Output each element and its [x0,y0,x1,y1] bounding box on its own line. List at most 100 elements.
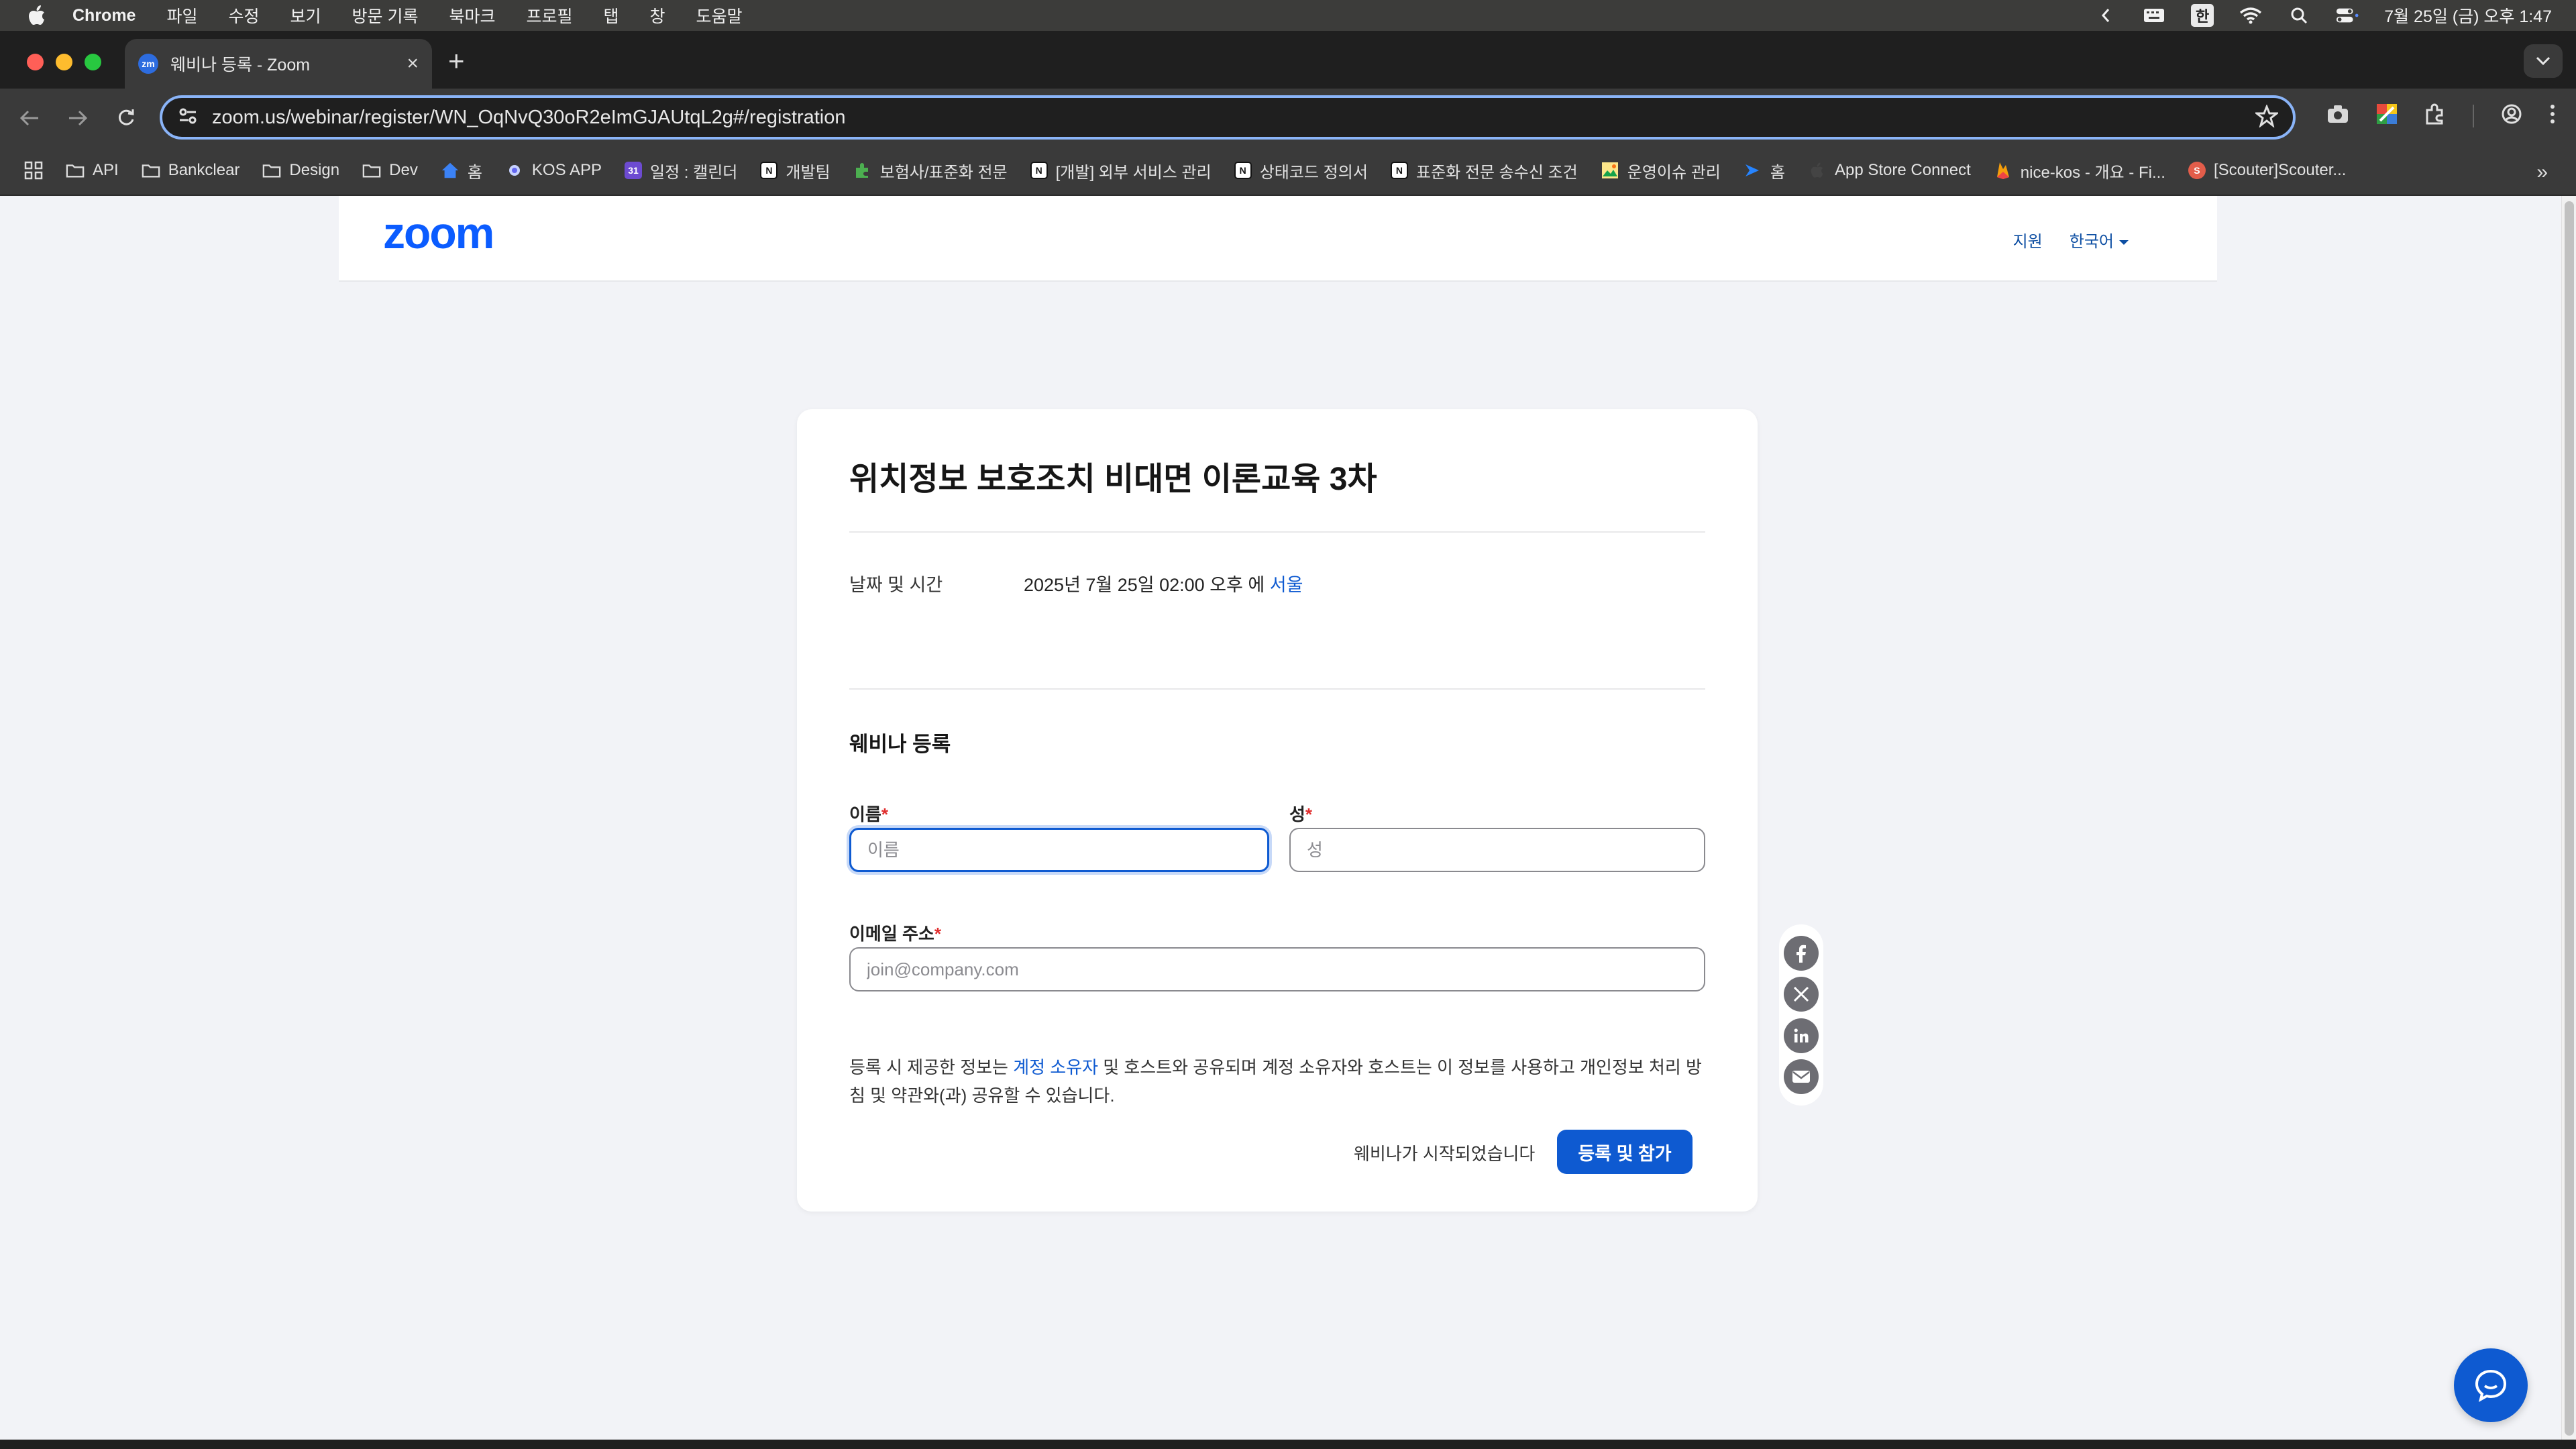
forward-arrow-icon[interactable] [64,105,91,131]
macos-menubar: Chrome 파일 수정 보기 방문 기록 북마크 프로필 탭 창 도움말 한 … [0,0,2576,31]
firebase-icon [1994,161,2012,180]
menu-app-chrome[interactable]: Chrome [72,6,136,25]
language-select[interactable]: 한국어 [2070,228,2129,252]
close-window-button[interactable] [27,54,44,70]
required-asterisk: * [934,924,941,944]
bookmark-label: Bankclear [168,161,240,179]
datetime-value: 2025년 7월 25일 02:00 오후 에 서울 [1024,570,1303,596]
back-arrow-icon[interactable] [16,105,43,131]
input-method-indicator[interactable]: 한 [2190,4,2214,27]
page-scrollbar[interactable] [2561,196,2576,1449]
bookmark-folder-dev[interactable]: Dev [362,161,418,180]
menu-edit[interactable]: 수정 [228,3,259,28]
chat-bubble-icon [2475,1369,2507,1402]
timezone-link[interactable]: 서울 [1270,575,1303,595]
menubar-clock[interactable]: 7월 25일 (금) 오후 1:47 [2384,3,2552,28]
bookmark-firebase[interactable]: nice-kos - 개요 - Fi... [1994,159,2165,182]
email-input[interactable] [849,947,1705,991]
scrollbar-thumb[interactable] [2565,201,2574,1436]
bookmark-standard-conditions[interactable]: N 표준화 전문 송수신 조건 [1390,159,1578,182]
bookmark-external-services[interactable]: N [개발] 외부 서비스 관리 [1030,159,1212,182]
divider [849,531,1705,533]
browser-tab-active[interactable]: zm 웨비나 등록 - Zoom × [125,39,432,89]
bookmark-folder-bankclear[interactable]: Bankclear [142,161,240,180]
address-bar[interactable]: zoom.us/webinar/register/WN_OqNvQ30oR2eI… [160,95,2296,140]
header-links: 지원 한국어 [2013,228,2129,252]
keyboard-icon[interactable] [2143,5,2165,25]
bookmark-kos-app[interactable]: KOS APP [505,161,602,180]
email-icon[interactable] [1784,1059,1819,1095]
menu-help[interactable]: 도움말 [696,3,743,28]
bookmark-label: [개발] 외부 서비스 관리 [1055,163,1212,182]
reload-icon[interactable] [113,105,140,131]
bookmark-folder-api[interactable]: API [66,161,119,180]
bookmark-label: 보험사/표준화 전문 [879,163,1008,182]
bookmark-folder-design[interactable]: Design [262,161,339,180]
profile-avatar-icon[interactable] [2501,103,2522,128]
bookmark-home[interactable]: 홈 [441,159,482,182]
chrome-menu-kebab-icon[interactable] [2549,104,2556,127]
menu-profiles[interactable]: 프로필 [526,3,572,28]
bookmark-ops-issues[interactable]: 운영이슈 관리 [1601,159,1721,182]
notion-icon: N [1234,162,1252,179]
browser-tab-strip: zm 웨비나 등록 - Zoom × + [0,31,2576,89]
apps-grid-icon[interactable] [24,161,43,180]
home-icon [441,161,460,180]
tab-close-icon[interactable]: × [407,52,419,75]
wifi-icon[interactable] [2239,5,2262,25]
bookmark-label: KOS APP [531,161,602,179]
linkedin-icon[interactable] [1784,1018,1819,1053]
color-picker-extension-icon[interactable] [2376,103,2398,128]
fullscreen-window-button[interactable] [85,54,101,70]
window-controls [27,54,101,70]
last-name-label: 성* [1289,801,1312,826]
bookmark-insurance[interactable]: 보험사/표준화 전문 [853,159,1008,182]
menu-history[interactable]: 방문 기록 [352,3,419,28]
bookmark-label: 상태코드 정의서 [1259,163,1368,182]
first-name-label-text: 이름 [849,804,881,824]
first-name-input[interactable] [849,828,1269,872]
screenshot-extension-icon[interactable] [2326,104,2349,127]
puzzle-icon [853,161,872,180]
menu-tab[interactable]: 탭 [604,3,619,28]
toolbar-extensions [2326,103,2556,128]
new-tab-plus-icon[interactable]: + [448,47,465,75]
chevron-left-icon[interactable] [2094,5,2117,25]
x-icon[interactable] [1784,977,1819,1012]
bookmark-star-icon[interactable] [2253,103,2280,131]
folder-icon [262,161,281,180]
bookmark-scouter[interactable]: S [Scouter]Scouter... [2188,161,2346,180]
bookmark-dev-team[interactable]: N 개발팀 [760,159,830,182]
app-icon [505,161,524,180]
spotlight-search-icon[interactable] [2288,5,2310,25]
support-link[interactable]: 지원 [2013,228,2043,252]
required-asterisk: * [1305,804,1313,824]
menu-view[interactable]: 보기 [290,3,321,28]
bookmark-jira-home[interactable]: 홈 [1743,159,1785,182]
privacy-disclaimer: 등록 시 제공한 정보는 계정 소유자 및 호스트와 공유되며 계정 소유자와 … [849,1053,1715,1110]
account-owner-link[interactable]: 계정 소유자 [1013,1057,1098,1077]
zoom-logo[interactable]: zoom [383,208,533,258]
site-info-icon[interactable] [178,107,197,128]
bookmark-label: 표준화 전문 송수신 조건 [1415,163,1578,182]
menu-bookmarks[interactable]: 북마크 [449,3,495,28]
bookmark-app-store-connect[interactable]: App Store Connect [1808,161,1971,180]
menu-window[interactable]: 창 [650,3,665,28]
facebook-icon[interactable] [1784,935,1819,971]
apple-icon[interactable] [27,5,47,25]
menu-file[interactable]: 파일 [166,3,197,28]
bookmark-calendar[interactable]: 31 일정 : 캘린더 [624,159,737,182]
chat-bubble-button[interactable] [2454,1348,2528,1422]
tab-search-chevron-icon[interactable] [2524,44,2563,78]
extensions-puzzle-icon[interactable] [2424,103,2446,128]
bookmark-label: 개발팀 [786,163,830,182]
more-bookmarks-chevron-icon[interactable]: » [2536,161,2548,184]
bookmarks-bar: API Bankclear Design Dev 홈 KOS APP 31 일정 … [0,146,2576,196]
minimize-window-button[interactable] [56,54,72,70]
bookmark-label: 홈 [1770,163,1785,182]
last-name-input[interactable] [1289,828,1705,872]
register-and-join-button[interactable]: 등록 및 참가 [1557,1130,1693,1174]
bookmark-status-codes[interactable]: N 상태코드 정의서 [1234,159,1368,182]
webinar-title: 위치정보 보호조치 비대면 이론교육 3차 [849,462,1377,497]
control-center-icon[interactable] [2336,5,2359,25]
